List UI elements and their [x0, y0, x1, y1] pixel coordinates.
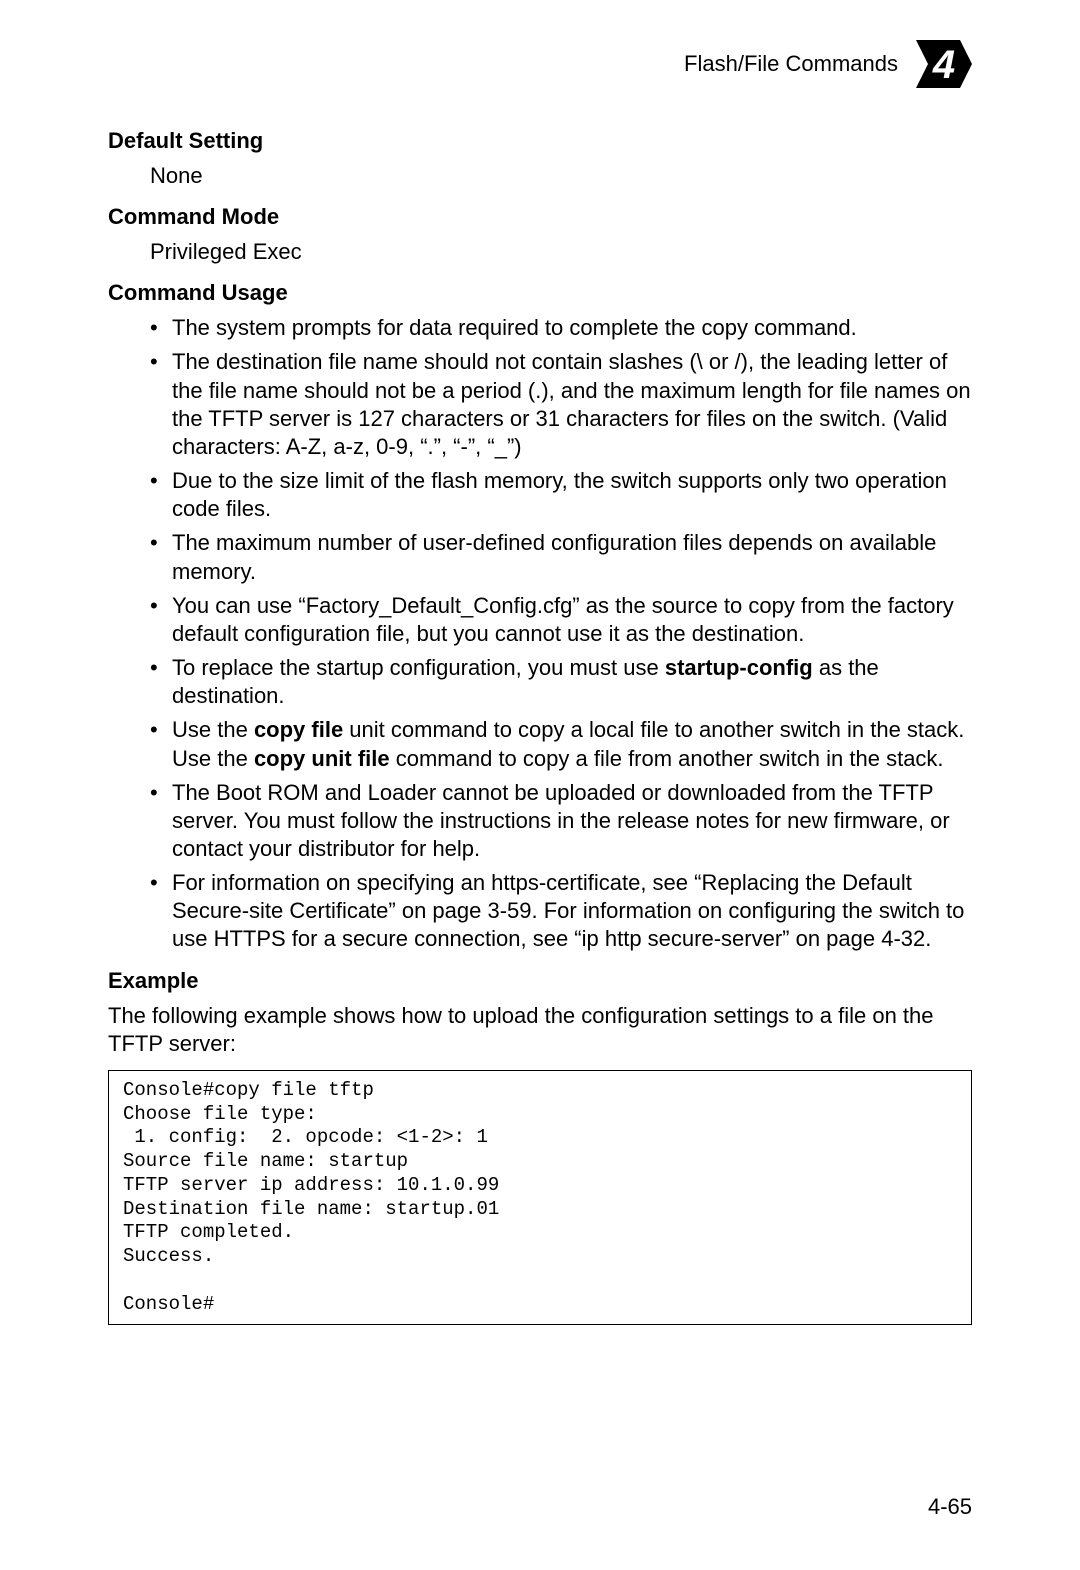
list-item: To replace the startup configuration, yo…	[150, 654, 972, 710]
svg-text:4: 4	[932, 43, 955, 87]
list-item: The Boot ROM and Loader cannot be upload…	[150, 779, 972, 863]
example-heading: Example	[108, 968, 972, 994]
console-output: Console#copy file tftp Choose file type:…	[108, 1070, 972, 1326]
list-item: The system prompts for data required to …	[150, 314, 972, 342]
header-title: Flash/File Commands	[684, 51, 898, 77]
chapter-number-icon: 4	[916, 40, 972, 88]
command-mode-heading: Command Mode	[108, 204, 972, 230]
default-setting-heading: Default Setting	[108, 128, 972, 154]
page-header: Flash/File Commands 4	[108, 40, 972, 88]
list-item: For information on specifying an https-c…	[150, 869, 972, 953]
example-intro: The following example shows how to uploa…	[108, 1002, 972, 1058]
list-item: Use the copy file unit command to copy a…	[150, 716, 972, 772]
command-mode-body: Privileged Exec	[150, 238, 972, 266]
default-setting-body: None	[150, 162, 972, 190]
list-item: The destination file name should not con…	[150, 348, 972, 461]
command-usage-list: The system prompts for data required to …	[150, 314, 972, 953]
list-item: You can use “Factory_Default_Config.cfg”…	[150, 592, 972, 648]
command-usage-heading: Command Usage	[108, 280, 972, 306]
page-number: 4-65	[928, 1494, 972, 1520]
list-item: Due to the size limit of the flash memor…	[150, 467, 972, 523]
list-item: The maximum number of user-defined confi…	[150, 529, 972, 585]
